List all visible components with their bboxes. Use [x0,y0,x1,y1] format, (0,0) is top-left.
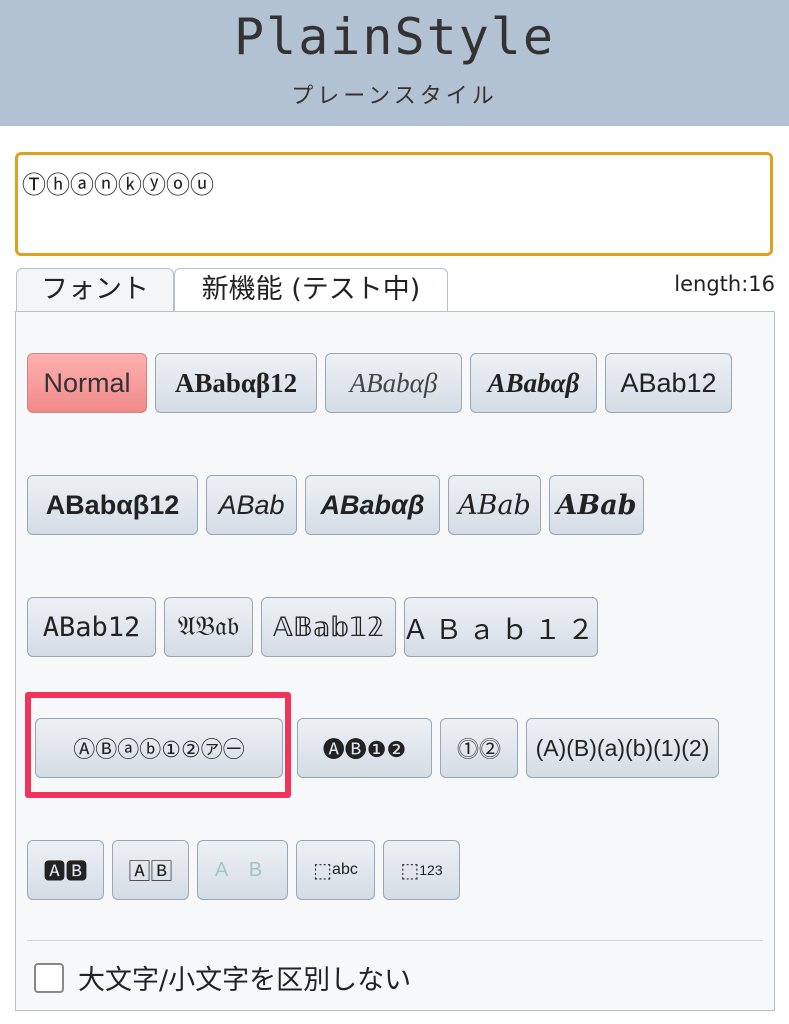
font-button-fraktur[interactable]: 𝔄𝔅𝔞𝔟 [164,597,253,657]
font-button-sans[interactable]: ABab12 [605,353,732,413]
font-button-sans-bold[interactable]: ABabαβ12 [27,475,198,535]
font-button-double-circled[interactable]: ⓵⓶ [440,718,518,778]
case-insensitive-checkbox[interactable] [34,962,64,993]
app-logo-subtitle: プレーンスタイル [291,84,498,109]
font-button-fullwidth[interactable]: ＡＢａｂ１２ [402,597,600,657]
font-button-label: A B [214,858,271,881]
font-button-negative-circled[interactable]: 🅐🅑❶❷ [297,718,432,778]
font-button-squared[interactable]: 🄰🄱 [112,840,189,900]
font-button-label: ABabαβ [487,367,580,398]
font-button-script-bold[interactable]: ABab [549,475,644,535]
font-button-circled[interactable]: ⒶⒷⓐⓑ①②㋐㊀ [35,718,283,778]
font-button-label: 🅰🅱 [43,860,88,885]
font-button-sans-italic[interactable]: ABab [206,475,297,535]
font-button-label: Normal [43,367,131,398]
font-button-subscript[interactable]: ⬚ 123 [383,840,460,900]
length-counter: length:16 [674,272,775,296]
font-button-label: ABabαβ [349,367,438,398]
font-button-outlined[interactable]: A B [197,840,288,900]
app-header: PlainStyle プレーンスタイル [0,0,789,126]
tab-font[interactable]: フォント [16,268,174,312]
font-button-label: ABab [218,489,285,520]
subscript-sample: 123 [419,862,443,878]
font-button-label: ABabαβ12 [174,367,298,398]
divider [27,940,763,941]
font-button-label: ABab12 [620,367,717,398]
font-button-parenthesized[interactable]: (A)(B)(a)(b)(1)(2) [526,718,719,778]
font-button-label: ABabαβ [320,489,425,520]
font-button-script[interactable]: ABab [448,475,541,535]
font-button-label: 𝔸𝔹𝕒𝕓𝟙𝟚 [272,611,385,643]
font-button-negative-squared[interactable]: 🅰🅱 [27,840,104,900]
dotted-square-icon: ⬚ [313,859,333,882]
font-button-label: (A)(B)(a)(b)(1)(2) [535,734,710,761]
font-button-double-struck[interactable]: 𝔸𝔹𝕒𝕓𝟙𝟚 [261,597,396,657]
superscript-sample: abc [332,861,358,878]
case-insensitive-option[interactable]: 大文字/小文字を区別しない [34,958,411,997]
font-button-label: ABab [556,489,637,521]
font-button-label: ⒶⒷⓐⓑ①②㋐㊀ [73,738,245,763]
dotted-square-icon: ⬚ [400,859,420,882]
case-insensitive-label: 大文字/小文字を区別しない [78,965,412,996]
font-button-serif-italic[interactable]: ABabαβ [325,353,462,413]
font-button-serif-bold[interactable]: ABabαβ12 [155,353,317,413]
font-panel [15,311,775,1011]
font-button-label: 🅐🅑❶❷ [322,738,407,763]
font-button-serif-bold-italic[interactable]: ABabαβ [470,353,597,413]
font-button-label: ⓵⓶ [456,738,501,763]
font-button-label: ABabαβ12 [45,489,180,520]
text-input[interactable] [15,152,773,256]
font-button-label: ABab12 [42,611,141,643]
tab-new-features[interactable]: 新機能 (テスト中) [174,268,448,312]
font-button-label: 𝔄𝔅𝔞𝔟 [177,611,240,642]
font-button-sans-bold-italic[interactable]: ABabαβ [305,475,440,535]
app-logo: PlainStyle [233,8,556,66]
font-button-normal[interactable]: Normal [27,353,147,413]
font-button-label: 🄰🄱 [128,860,173,885]
font-button-label: ＡＢａｂ１２ [402,614,600,646]
font-button-monospace[interactable]: ABab12 [27,597,156,657]
font-button-superscript[interactable]: ⬚ abc [296,840,375,900]
font-button-label: ABab [458,489,531,521]
